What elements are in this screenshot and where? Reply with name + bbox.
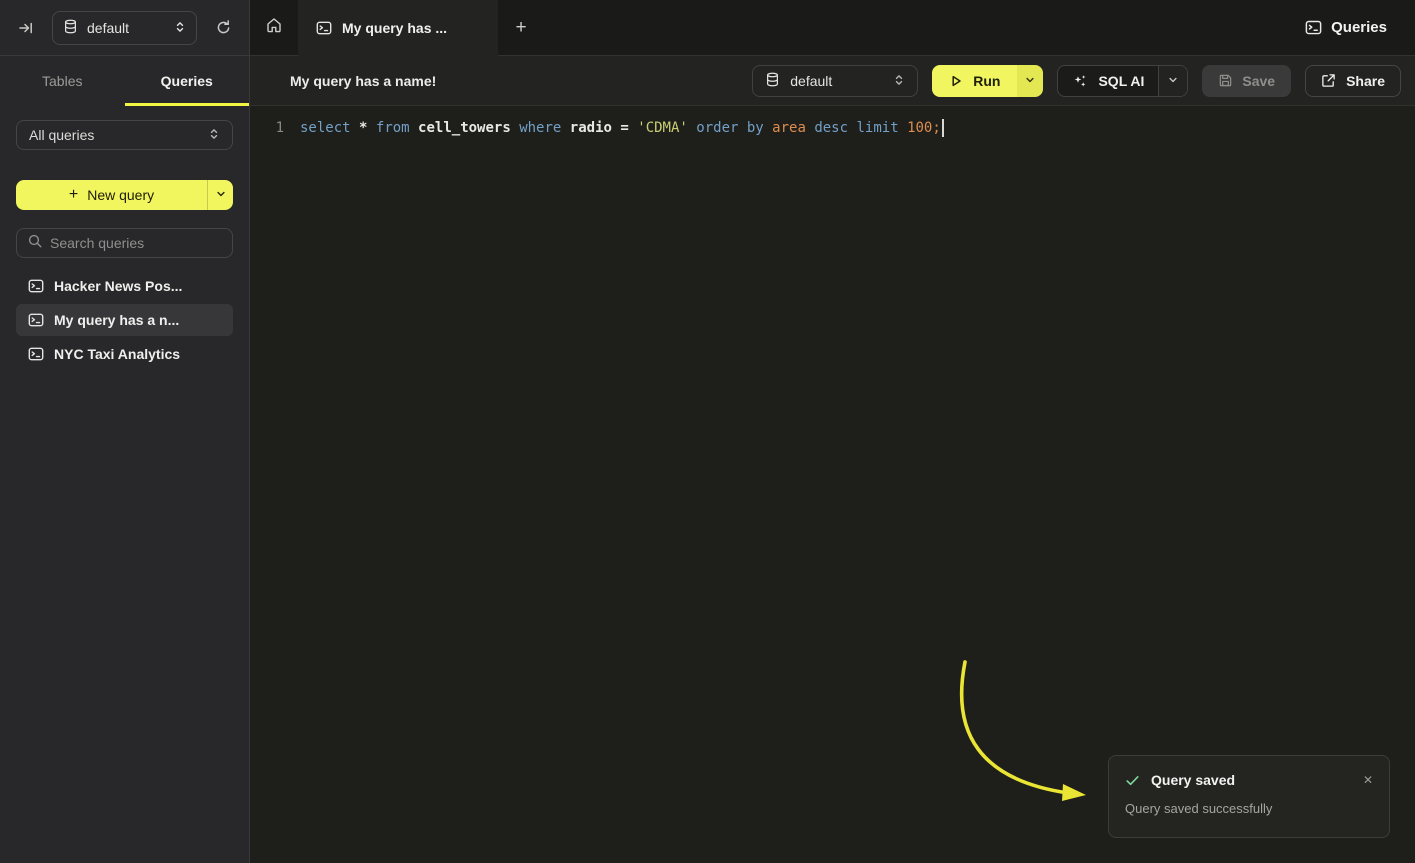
query-list-item[interactable]: My query has a n... [16, 304, 233, 336]
app-window: default Tables Queries [0, 0, 1415, 863]
sidebar-header: default [0, 0, 249, 56]
run-options-button[interactable] [1017, 65, 1043, 97]
toast-message: Query saved successfully [1125, 801, 1373, 816]
database-icon [63, 19, 78, 37]
tab-queries[interactable]: Queries [125, 56, 250, 106]
save-icon [1218, 73, 1233, 88]
query-title: My query has a name! [264, 73, 738, 89]
run-button[interactable]: Run [932, 65, 1017, 97]
run-button-group: Run [932, 65, 1043, 97]
tab-tables-label: Tables [42, 73, 82, 89]
editor-tab-label: My query has ... [342, 20, 447, 36]
database-icon [765, 72, 780, 90]
chevron-updown-icon [893, 73, 905, 89]
save-button-label: Save [1242, 73, 1275, 89]
plus-icon: + [515, 17, 526, 39]
share-icon [1321, 73, 1336, 88]
queries-filter-value: All queries [29, 127, 94, 143]
text-caret [942, 119, 944, 137]
database-selector-value: default [87, 20, 165, 36]
close-icon[interactable]: ✕ [1363, 774, 1373, 786]
sidebar-database-selector[interactable]: default [52, 11, 197, 45]
search-queries-box [16, 228, 233, 258]
editor-tab[interactable]: My query has ... [298, 0, 498, 56]
sql-editor[interactable]: 1 select * from cell_towers where radio … [250, 106, 1415, 863]
query-toolbar: My query has a name! default [250, 56, 1415, 106]
sql-ai-button[interactable]: SQL AI [1058, 66, 1159, 96]
check-icon [1125, 773, 1140, 788]
sidebar-body: All queries + New query [0, 106, 249, 370]
chevron-down-icon [1025, 72, 1035, 90]
toolbar-database-value: default [790, 73, 883, 89]
toast-title: Query saved [1151, 772, 1352, 788]
new-query-button[interactable]: + New query [16, 180, 233, 210]
toast-query-saved: Query saved ✕ Query saved successfully [1108, 755, 1390, 838]
code-line-content: select * from cell_towers where radio = … [300, 120, 941, 136]
query-item-label: My query has a n... [54, 312, 179, 328]
query-list-item[interactable]: NYC Taxi Analytics [16, 338, 233, 370]
sql-ai-options-button[interactable] [1159, 66, 1187, 96]
code-line[interactable]: 1 select * from cell_towers where radio … [250, 116, 1415, 140]
chevron-updown-icon [208, 127, 220, 143]
chevron-down-icon [216, 186, 226, 204]
sql-ai-label: SQL AI [1098, 73, 1144, 89]
search-icon [28, 234, 42, 253]
save-button[interactable]: Save [1202, 65, 1291, 97]
sql-ai-button-group: SQL AI [1057, 65, 1188, 97]
terminal-icon [316, 20, 332, 36]
query-item-label: NYC Taxi Analytics [54, 346, 180, 362]
sidebar-tabs: Tables Queries [0, 56, 249, 106]
query-item-label: Hacker News Pos... [54, 278, 182, 294]
tab-tables[interactable]: Tables [0, 56, 125, 106]
terminal-icon [28, 278, 44, 294]
search-queries-input[interactable] [50, 235, 231, 251]
new-query-main[interactable]: + New query [16, 180, 207, 210]
queries-filter-select[interactable]: All queries [16, 120, 233, 150]
home-button[interactable] [250, 0, 298, 55]
terminal-icon [28, 346, 44, 362]
query-list-item[interactable]: Hacker News Pos... [16, 270, 233, 302]
queries-indicator[interactable]: Queries [1305, 0, 1415, 55]
terminal-icon [1305, 19, 1322, 36]
query-list: Hacker News Pos... My query has a n... N… [16, 270, 233, 370]
toast-header: Query saved ✕ [1125, 772, 1373, 788]
terminal-icon [28, 312, 44, 328]
chevron-updown-icon [174, 20, 186, 36]
play-icon [949, 74, 963, 88]
chevron-down-icon [1168, 72, 1178, 90]
sidebar: default Tables Queries [0, 0, 250, 863]
run-button-label: Run [973, 73, 1000, 89]
new-query-dropdown-button[interactable] [207, 180, 233, 210]
plus-icon: + [69, 186, 78, 204]
collapse-sidebar-icon[interactable] [12, 14, 40, 42]
queries-indicator-label: Queries [1331, 19, 1387, 36]
new-tab-button[interactable]: + [498, 0, 544, 55]
toolbar-database-selector[interactable]: default [752, 65, 918, 97]
tab-strip: My query has ... + Queries [250, 0, 1415, 56]
share-button[interactable]: Share [1305, 65, 1401, 97]
home-icon [265, 16, 283, 39]
line-number: 1 [260, 120, 284, 136]
refresh-icon[interactable] [209, 14, 237, 42]
sparkles-icon [1072, 73, 1088, 89]
new-query-label: New query [87, 187, 154, 203]
share-button-label: Share [1346, 73, 1385, 89]
main-panel: My query has ... + Queries My query has … [250, 0, 1415, 863]
tab-queries-label: Queries [161, 73, 213, 89]
